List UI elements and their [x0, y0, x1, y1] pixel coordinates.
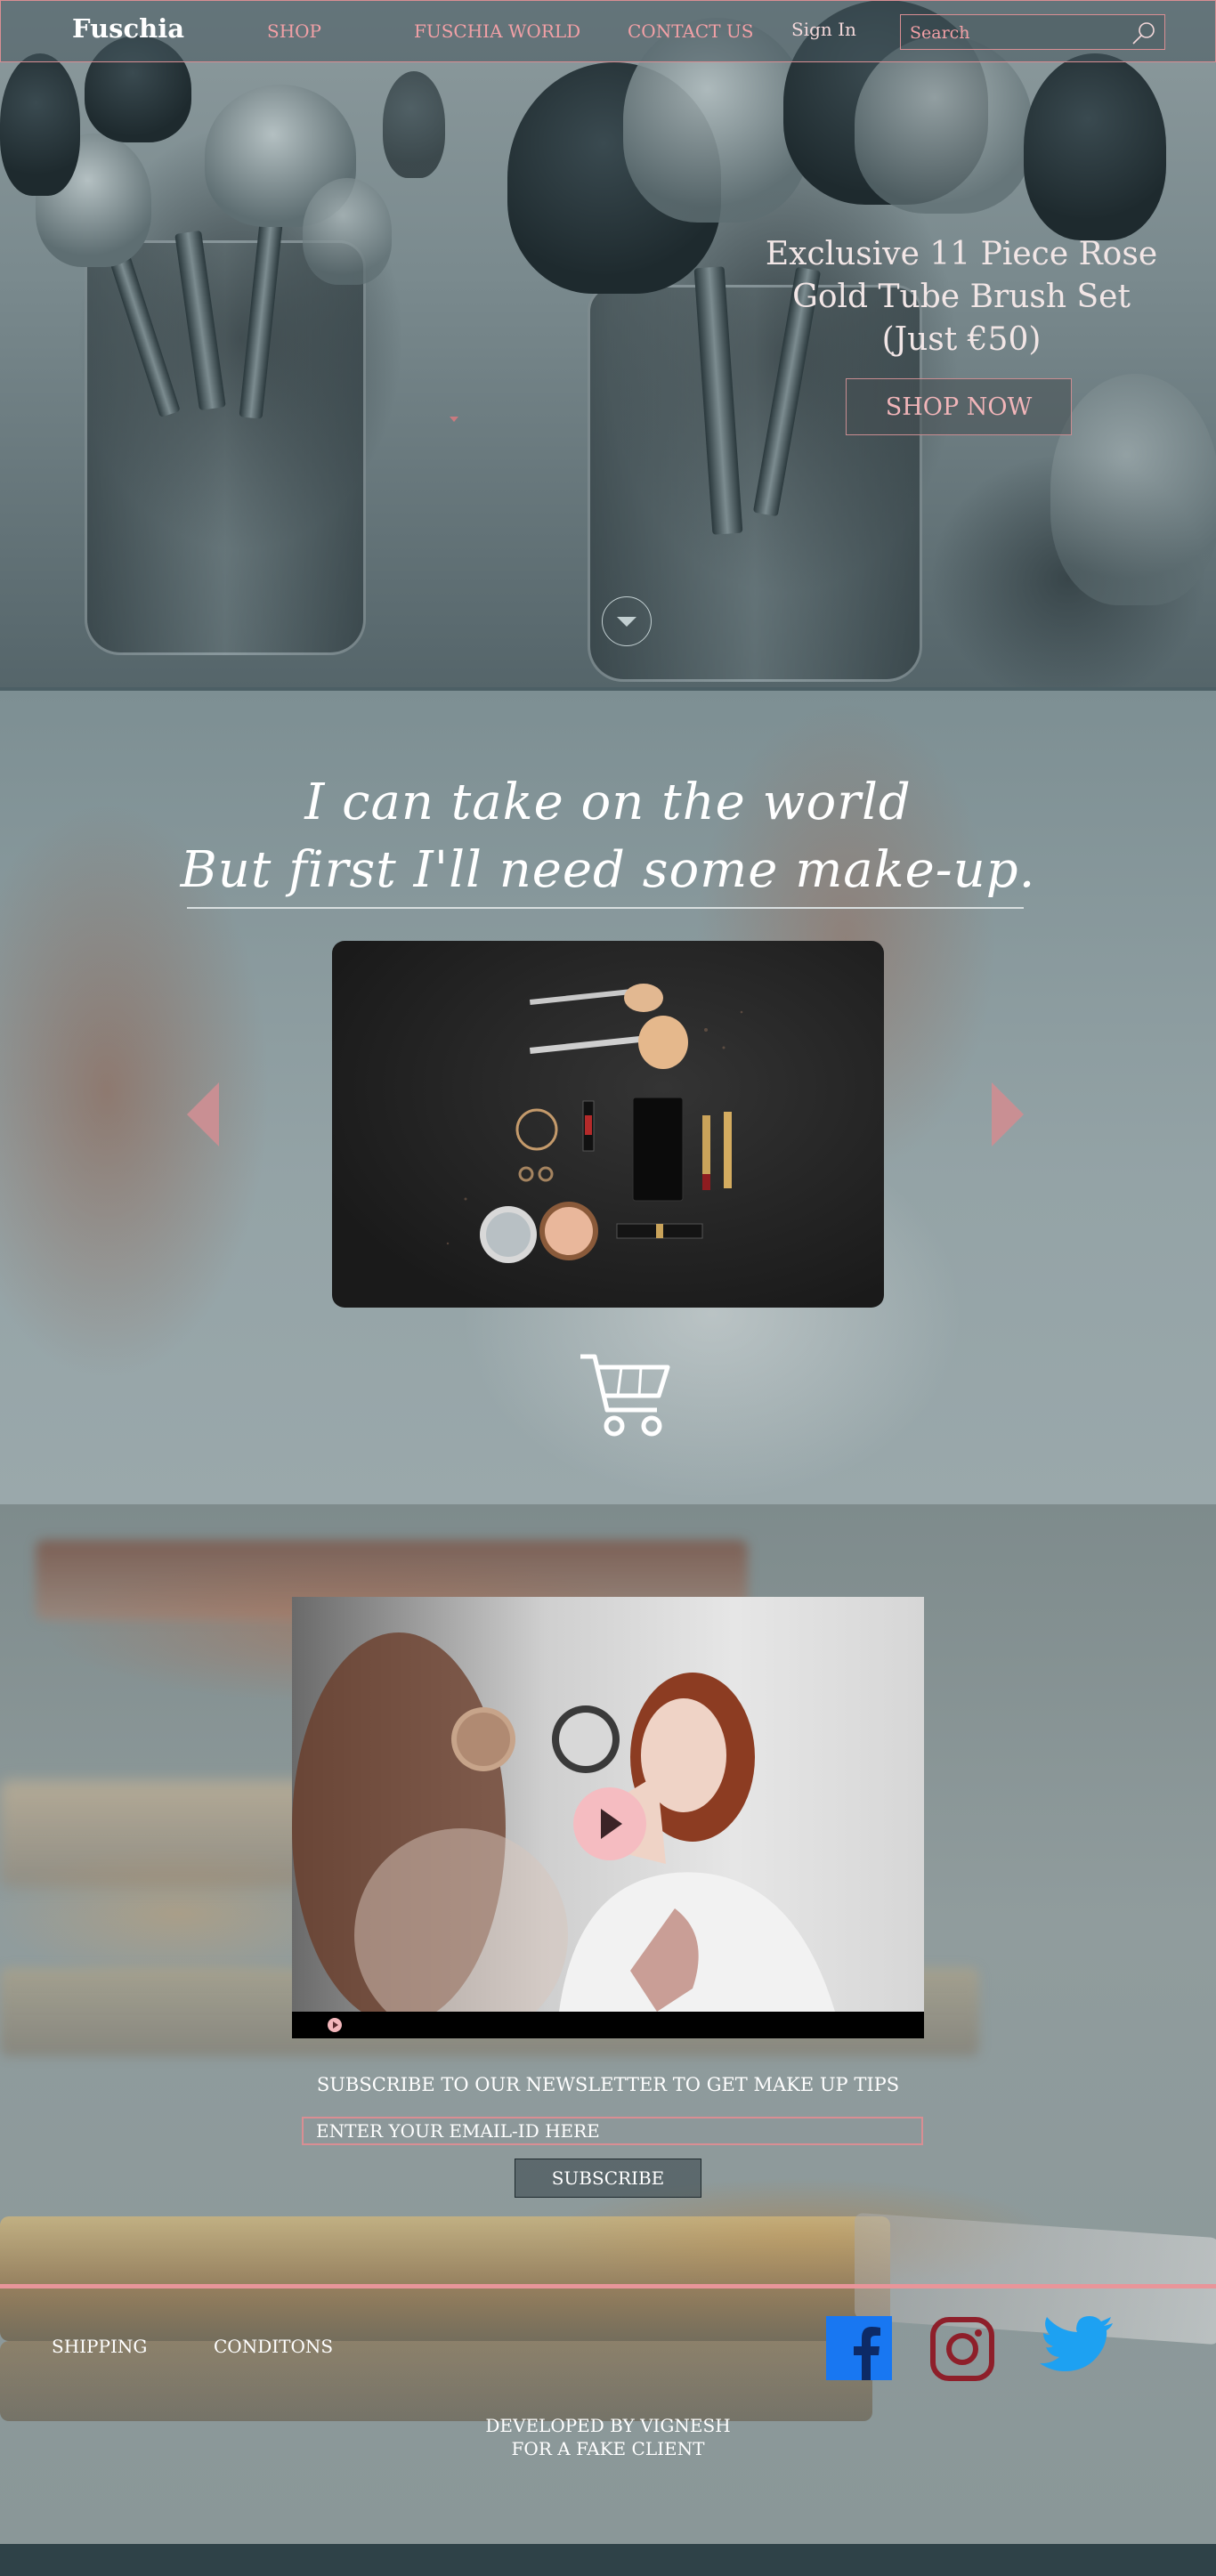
- hero-title-line2: Gold Tube Brush Set: [792, 279, 1131, 315]
- email-field[interactable]: [302, 2117, 923, 2145]
- small-caret-icon: [450, 417, 458, 422]
- quote-line1: I can take on the world: [304, 774, 912, 831]
- nav-link-shop[interactable]: SHOP: [267, 20, 321, 42]
- search-icon[interactable]: [1131, 20, 1157, 46]
- video-player[interactable]: [292, 1597, 924, 2038]
- video-newsletter-section: SUBSCRIBE TO OUR NEWSLETTER TO GET MAKE …: [0, 1504, 1216, 2544]
- search-input[interactable]: [908, 20, 1125, 45]
- newsletter-label: SUBSCRIBE TO OUR NEWSLETTER TO GET MAKE …: [316, 2074, 900, 2095]
- credit-line2: FOR A FAKE CLIENT: [511, 2438, 705, 2459]
- carousel-product-image: [332, 941, 884, 1308]
- carousel-section: I can take on the world But first I'll n…: [0, 687, 1216, 1508]
- quote-line2: But first I'll need some make-up.: [180, 841, 1036, 899]
- sign-in-link[interactable]: Sign In: [791, 19, 856, 40]
- hero-title-line1: Exclusive 11 Piece Rose: [765, 236, 1158, 272]
- footer-link-shipping[interactable]: SHIPPING: [52, 2336, 147, 2357]
- search-box: [900, 14, 1165, 50]
- shop-now-button[interactable]: SHOP NOW: [846, 378, 1072, 435]
- scroll-down-button[interactable]: [602, 596, 652, 646]
- credit-line1: DEVELOPED BY VIGNESH: [485, 2415, 731, 2436]
- hero-title-line3: (Just €50): [881, 321, 1042, 358]
- video-controls: [292, 2012, 924, 2038]
- facebook-icon[interactable]: [826, 2316, 892, 2380]
- top-navbar: Fuschia SHOP FUSCHIA WORLD CONTACT US Si…: [0, 0, 1216, 62]
- play-small-icon[interactable]: [328, 2018, 342, 2032]
- play-button-icon[interactable]: [573, 1787, 646, 1860]
- carousel-prev-arrow-icon[interactable]: [187, 1082, 219, 1146]
- subscribe-button[interactable]: SUBSCRIBE: [515, 2159, 701, 2198]
- carousel-next-arrow-icon[interactable]: [992, 1082, 1024, 1146]
- shopping-cart-icon[interactable]: [579, 1349, 673, 1438]
- brand-logo[interactable]: Fuschia: [72, 13, 184, 44]
- hero-banner: Exclusive 11 Piece Rose Gold Tube Brush …: [0, 0, 1216, 687]
- hero-title: Exclusive 11 Piece Rose Gold Tube Brush …: [757, 233, 1166, 361]
- divider: [187, 907, 1024, 909]
- bottom-bar: [0, 2544, 1216, 2576]
- footer-link-conditions[interactable]: CONDITONS: [214, 2336, 333, 2357]
- instagram-icon[interactable]: [929, 2316, 995, 2382]
- twitter-icon[interactable]: [1038, 2314, 1115, 2382]
- footer-divider: [0, 2284, 1216, 2288]
- nav-link-contact-us[interactable]: CONTACT US: [628, 20, 753, 42]
- developer-credit: DEVELOPED BY VIGNESH FOR A FAKE CLIENT: [0, 2414, 1216, 2460]
- quote: I can take on the world But first I'll n…: [0, 769, 1216, 904]
- chevron-down-icon: [617, 617, 636, 627]
- nav-link-fuschia-world[interactable]: FUSCHIA WORLD: [414, 20, 580, 42]
- video-thumbnail: [292, 1597, 924, 2012]
